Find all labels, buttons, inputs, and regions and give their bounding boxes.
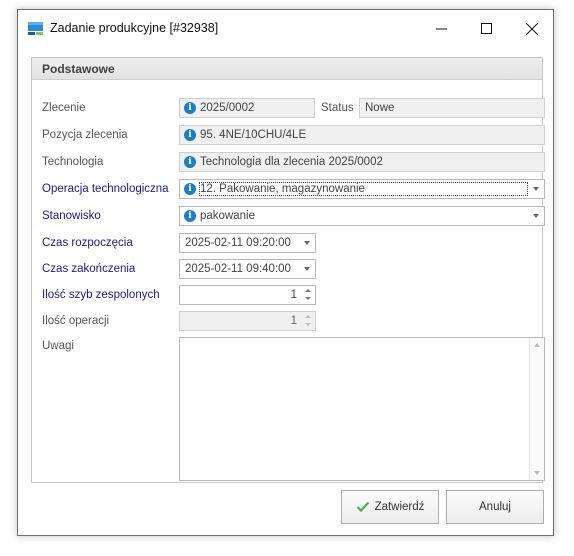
maximize-button[interactable] bbox=[464, 10, 509, 47]
cancel-button[interactable]: Anuluj bbox=[446, 490, 544, 524]
chevron-down-icon bbox=[304, 241, 310, 245]
dropdown-arrow[interactable] bbox=[299, 234, 315, 252]
operacja-value: 12. Pakowanie, magazynowanie bbox=[200, 183, 365, 195]
scroll-up-icon[interactable] bbox=[534, 343, 540, 347]
spin-up-icon[interactable] bbox=[305, 289, 311, 292]
spin-buttons bbox=[301, 312, 315, 330]
czas-rozpoczecia-value: 2025-02-11 09:20:00 bbox=[185, 237, 291, 249]
zlecenie-value: 2025/0002 bbox=[200, 102, 255, 114]
status-field[interactable]: Nowe bbox=[359, 98, 545, 118]
technologia-value: Technologia dla zlecenia 2025/0002 bbox=[200, 156, 383, 168]
czas-zakonczenia-label: Czas zakończenia bbox=[42, 263, 136, 275]
confirm-label: Zatwierdź bbox=[374, 501, 425, 513]
uwagi-label: Uwagi bbox=[42, 340, 74, 352]
spin-up-icon bbox=[305, 315, 311, 318]
dropdown-arrow[interactable] bbox=[528, 180, 544, 198]
stanowisko-dropdown[interactable]: i pakowanie bbox=[179, 206, 545, 226]
basic-group: Podstawowe Zlecenie i 2025/0002 Status N… bbox=[31, 57, 545, 483]
zlecenie-field[interactable]: i 2025/0002 bbox=[179, 98, 315, 118]
dropdown-arrow[interactable] bbox=[299, 260, 315, 278]
close-icon bbox=[525, 22, 538, 35]
operacja-dropdown[interactable]: i 12. Pakowanie, magazynowanie bbox=[179, 179, 545, 199]
ilosc-szyb-value: 1 bbox=[290, 289, 297, 301]
scroll-down-icon[interactable] bbox=[534, 471, 540, 475]
window-title: Zadanie produkcyjne [#32938] bbox=[50, 21, 219, 35]
czas-rozpoczecia-picker[interactable]: 2025-02-11 09:20:00 bbox=[179, 233, 316, 253]
dropdown-arrow[interactable] bbox=[528, 207, 544, 225]
minimize-button[interactable] bbox=[419, 10, 464, 47]
check-icon bbox=[356, 501, 369, 513]
group-title: Podstawowe bbox=[42, 62, 115, 76]
ilosc-operacji-label: Ilość operacji bbox=[42, 315, 110, 327]
pozycja-field[interactable]: i 95. 4NE/10CHU/4LE bbox=[179, 125, 545, 145]
title-bar[interactable]: Zadanie produkcyjne [#32938] bbox=[18, 10, 553, 47]
status-label: Status bbox=[321, 102, 354, 114]
close-button[interactable] bbox=[509, 10, 554, 47]
info-icon: i bbox=[184, 183, 196, 195]
info-icon: i bbox=[184, 129, 196, 141]
czas-rozpoczecia-label: Czas rozpoczęcia bbox=[42, 237, 133, 249]
stanowisko-label: Stanowisko bbox=[42, 210, 101, 222]
spin-down-icon[interactable] bbox=[305, 297, 311, 300]
pozycja-value: 95. 4NE/10CHU/4LE bbox=[200, 129, 307, 141]
stanowisko-value: pakowanie bbox=[200, 210, 255, 222]
info-icon: i bbox=[184, 210, 196, 222]
ilosc-operacji-spinner: 1 bbox=[179, 311, 316, 331]
operacja-label: Operacja technologiczna bbox=[42, 183, 169, 195]
spin-down-icon bbox=[305, 323, 311, 326]
technologia-field[interactable]: i Technologia dla zlecenia 2025/0002 bbox=[179, 152, 545, 172]
info-icon: i bbox=[184, 156, 196, 168]
maximize-icon bbox=[481, 23, 492, 34]
chevron-down-icon bbox=[304, 267, 310, 271]
info-icon: i bbox=[184, 102, 196, 114]
minimize-icon bbox=[436, 28, 447, 30]
ilosc-szyb-spinner[interactable]: 1 bbox=[179, 285, 316, 305]
technologia-label: Technologia bbox=[42, 156, 104, 168]
group-header: Podstawowe bbox=[32, 58, 542, 80]
spin-buttons[interactable] bbox=[301, 286, 315, 304]
uwagi-scrollbar[interactable] bbox=[529, 338, 544, 480]
app-icon bbox=[28, 22, 43, 35]
uwagi-textarea[interactable] bbox=[179, 337, 545, 481]
zlecenie-label: Zlecenie bbox=[42, 102, 86, 114]
confirm-button[interactable]: Zatwierdź bbox=[341, 490, 439, 524]
dialog-window: Zadanie produkcyjne [#32938] Podstawowe … bbox=[17, 9, 554, 536]
cancel-label: Anuluj bbox=[479, 501, 511, 513]
chevron-down-icon bbox=[533, 187, 539, 191]
ilosc-operacji-value: 1 bbox=[290, 315, 297, 327]
czas-zakonczenia-value: 2025-02-11 09:40:00 bbox=[185, 263, 291, 275]
pozycja-label: Pozycja zlecenia bbox=[42, 129, 128, 141]
chevron-down-icon bbox=[533, 214, 539, 218]
ilosc-szyb-label: Ilość szyb zespolonych bbox=[42, 289, 160, 301]
status-value: Nowe bbox=[365, 102, 395, 114]
czas-zakonczenia-picker[interactable]: 2025-02-11 09:40:00 bbox=[179, 259, 316, 279]
